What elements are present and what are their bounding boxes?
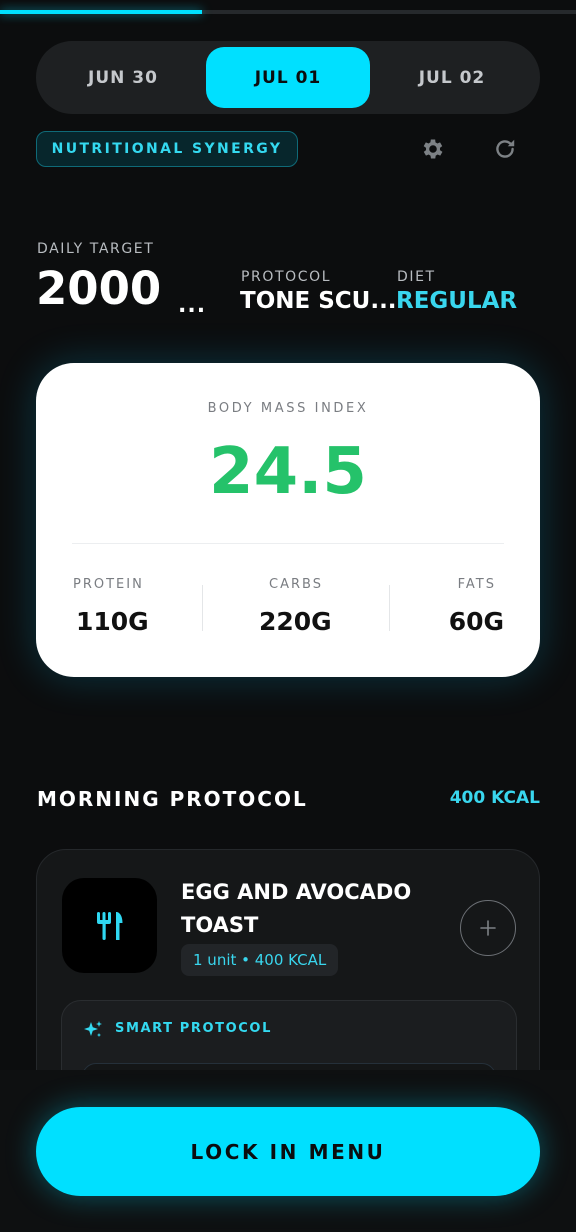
- protocol-value[interactable]: TONE SCU...: [240, 288, 397, 314]
- carbs-value: 220G: [259, 607, 332, 636]
- morning-protocol-kcal: 400 KCAL: [449, 788, 540, 808]
- meal-meta-badge: 1 unit • 400 KCAL: [181, 944, 339, 976]
- lock-in-menu-button[interactable]: LOCK IN MENU: [36, 1107, 540, 1196]
- macro-separator: [202, 585, 203, 631]
- protocol-label: PROTOCOL: [241, 269, 332, 285]
- bmi-card: BODY MASS INDEX 24.5 PROTEIN 110G CARBS …: [36, 363, 540, 677]
- date-tab-bar: JUN 30 JUL 01 JUL 02: [36, 41, 540, 114]
- diet-label: DIET: [397, 269, 436, 285]
- fats-value: 60G: [448, 607, 504, 636]
- morning-protocol-title: MORNING PROTOCOL: [37, 787, 308, 811]
- daily-target-label: DAILY TARGET: [37, 241, 155, 257]
- day-progress-fill: [0, 10, 202, 14]
- utensils-icon: [62, 878, 157, 973]
- tab-date-jun-30[interactable]: JUN 30: [41, 47, 205, 108]
- daily-target-value: 2000: [36, 262, 162, 315]
- day-progress-track: [0, 10, 576, 14]
- gear-icon[interactable]: [418, 134, 448, 164]
- sparkle-icon: [84, 1021, 102, 1037]
- bmi-label: BODY MASS INDEX: [207, 401, 369, 416]
- bottom-action-bar: LOCK IN MENU: [0, 1070, 576, 1232]
- protein-label: PROTEIN: [73, 577, 144, 592]
- card-divider: [72, 543, 504, 544]
- tab-date-jul-02[interactable]: JUL 02: [370, 47, 534, 108]
- protein-value: 110G: [76, 607, 149, 636]
- bmi-value: 24.5: [209, 435, 367, 509]
- plus-icon[interactable]: [460, 900, 516, 956]
- app-screen: JUN 30 JUL 01 JUL 02 NUTRITIONAL SYNERGY…: [0, 0, 576, 1232]
- smart-protocol-label: SMART PROTOCOL: [115, 1021, 272, 1036]
- refresh-icon[interactable]: [490, 134, 520, 164]
- nutritional-synergy-badge[interactable]: NUTRITIONAL SYNERGY: [36, 131, 298, 167]
- daily-target-truncation: ...: [178, 293, 207, 318]
- carbs-label: CARBS: [269, 577, 323, 592]
- fats-label: FATS: [457, 577, 496, 592]
- meal-title: EGG AND AVOCADO TOAST: [181, 880, 412, 937]
- diet-value[interactable]: REGULAR: [396, 288, 517, 314]
- tab-date-jul-01[interactable]: JUL 01: [206, 47, 370, 108]
- macro-separator: [389, 585, 390, 631]
